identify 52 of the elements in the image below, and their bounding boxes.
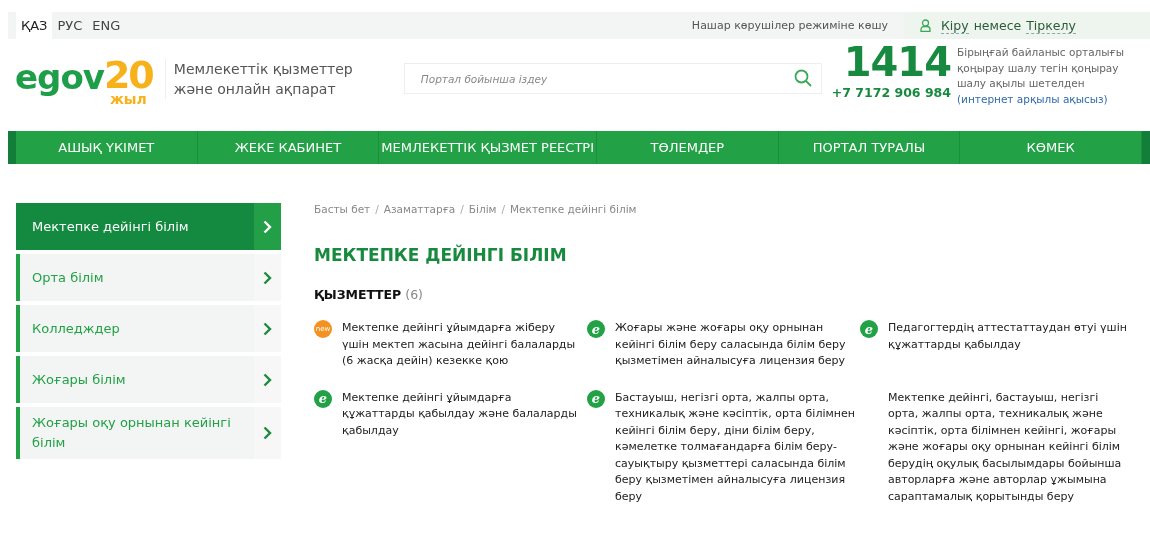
chevron-icon [263,219,272,234]
nav-item[interactable]: КӨМЕК [960,131,1142,164]
hotline-number: 1414 [843,41,951,83]
service-link[interactable]: Жоғары және жоғары оқу орнынан кейінгі білім беру саласында білім беру қызметімен айналысуға лицензия беру [615,320,855,370]
logo[interactable]: egov20 жыл [15,57,153,105]
register-link[interactable]: Тіркелу [1026,17,1076,34]
service-link[interactable]: Бастауыш, негізгі орта, жалпы орта, техникалық және кәсіптік, орта білімнен кейінгі білім беру, діни білім беру, кәмелетке толмағандарға білім беру-сауықтыру қызметтері саласында білім беру қызметімен айналысуға лицензия беру [615,389,855,505]
e-service-badge: e [587,389,605,408]
nav-item[interactable]: МЕМЛЕКЕТТІК ҚЫЗМЕТ РЕЕСТРІ [379,131,598,164]
chevron-icon [263,426,272,440]
tagline: Мемлекеттік қызметтер және онлайн ақпарат [164,59,374,99]
e-service-badge: e [314,389,332,408]
chevron-icon [263,372,272,387]
service-link[interactable]: Педагогтердің аттестаттаудан өтуі үшін құжаттарды қабылдау [888,320,1128,370]
breadcrumb-link[interactable]: Азаматтарға [383,203,456,215]
services-count: (6) [405,287,423,302]
services-heading: ҚЫЗМЕТТЕР [314,287,402,302]
login-separator: немесе [973,18,1022,33]
nav-item[interactable]: ЖЕКЕ КАБИНЕТ [197,131,380,164]
nav-item[interactable]: ПОРТАЛ ТУРАЛЫ [778,131,961,164]
service-link[interactable]: Мектепке дейінгі ұйымдарға жіберу үшін мектеп жасына дейінгі балаларды (6 жасқа дейін) кезекке қою [342,320,582,370]
search-field[interactable]: Портал бойынша іздеу [403,63,822,94]
breadcrumb-separator: / [375,203,379,215]
breadcrumb-separator: / [460,203,464,215]
search-icon[interactable] [793,69,812,87]
nav-item[interactable]: АШЫҚ ҮКІМЕТ [16,131,198,164]
internet-call-link[interactable]: (интернет арқылы ақысыз) [957,92,1108,105]
e-service-badge: e [587,320,605,338]
e-service-badge: e [860,320,878,338]
service-link[interactable]: Мектепке дейінгі, бастауыш, негізгі орта, жалпы орта, техникалық және кәсіптік, орта білімнен кейінгі, жоғары және жоғары оқу орнынан кейінгі білім берудің оқулық басылымдары бойынша авторларға және авторлар ұжымына сараптамалық қорытынды беру [888,389,1128,505]
language-link[interactable]: РУС [52,12,88,39]
accessibility-link[interactable]: Нашар көрушілер режиміне көшу [691,19,904,32]
sidebar-item[interactable]: Орта білім [16,254,281,301]
sidebar-item[interactable]: Мектепке дейінгі білім [16,203,281,250]
breadcrumb-link[interactable]: Басты бет [314,203,371,215]
user-icon [920,19,931,32]
breadcrumb-link[interactable]: Білім [468,203,497,215]
sidebar-item[interactable]: Жоғары білім [16,356,281,403]
nav-item[interactable]: ТӨЛЕМДЕР [597,131,779,164]
language-link[interactable]: ҚАЗ [16,12,53,39]
sidebar-item[interactable]: Жоғары оқу орнынан кейінгі білім [16,407,281,459]
sidebar-item[interactable]: Колледждер [16,305,281,352]
sign-in-link[interactable]: Кіру [941,17,969,34]
page-title: МЕКТЕПКЕ ДЕЙІНГІ БІЛІМ [314,245,568,265]
phone-number: +7 7172 906 984 [831,85,951,100]
chevron-icon [263,321,272,336]
chevron-icon [263,270,272,285]
breadcrumb-separator: / [501,203,506,215]
breadcrumb-link[interactable]: Мектепке дейінгі білім [510,203,637,215]
service-link[interactable]: Мектепке дейінгі ұйымдарға құжаттарды қабылдау және балаларды қабылдау [342,389,582,505]
language-link[interactable]: ENG [87,12,126,39]
contact-info: Бірыңғай байланыс орталығы қоңырау шалу тегін қоңырау шалу ақылы шетелден (интернет арқылы ақысыз) [957,45,1126,107]
